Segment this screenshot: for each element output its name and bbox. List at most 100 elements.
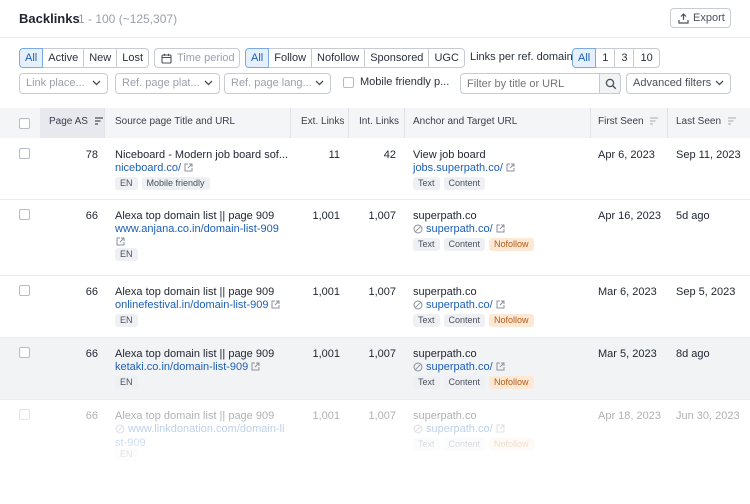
link-type-sponsored[interactable]: Sponsored <box>364 48 430 68</box>
col-divider <box>667 108 668 138</box>
last-seen-value: Sep 5, 2023 <box>676 286 736 298</box>
link-type-follow[interactable]: Follow <box>268 48 313 68</box>
calendar-icon <box>161 53 172 64</box>
external-link-icon[interactable] <box>116 237 125 246</box>
anchor-tag: Text <box>413 177 440 190</box>
anchor-tag: Nofollow <box>489 438 534 451</box>
page-header: Backlinks 1 - 100 (~125,307) Export <box>19 8 731 28</box>
last-seen-value: Jun 30, 2023 <box>676 410 740 422</box>
time-period-button[interactable]: Time period <box>154 48 240 68</box>
col-ext-links[interactable]: Ext. Links <box>301 116 344 127</box>
mobile-friendly-checkbox[interactable] <box>343 76 354 88</box>
link-type-all[interactable]: All <box>245 48 270 68</box>
advanced-filters-dropdown[interactable]: Advanced filters <box>626 73 731 94</box>
anchor-tag: Content <box>443 314 486 327</box>
source-url[interactable]: ketaki.co.in/domain-list-909 <box>115 361 260 373</box>
target-url[interactable]: superpath.co/ <box>413 223 505 235</box>
export-button[interactable]: Export <box>670 8 731 28</box>
table-row[interactable]: 66 Alexa top domain list || page 909 www.a… <box>0 200 750 276</box>
row-checkbox[interactable] <box>19 148 30 159</box>
ext-links-value: 1,001 <box>312 210 340 222</box>
lprd-10[interactable]: 10 <box>633 48 660 68</box>
external-link-icon[interactable] <box>496 424 505 433</box>
external-link-icon[interactable] <box>496 362 505 371</box>
source-url[interactable]: www.anjana.co.in/domain-list-909 <box>115 223 279 235</box>
last-seen-value: 8d ago <box>676 348 710 360</box>
first-seen-value: Apr 6, 2023 <box>598 149 655 161</box>
table-row[interactable]: 66 Alexa top domain list || page 909 ketak… <box>0 338 750 400</box>
external-link-icon[interactable] <box>506 163 515 172</box>
nofollow-icon <box>115 424 125 434</box>
table-row[interactable]: 66 Alexa top domain list || page 909 www.l… <box>0 400 750 500</box>
table-row[interactable]: 78 Niceboard - Modern job board sof... nic… <box>0 139 750 200</box>
ref-page-language-label: Ref. page lang... <box>231 77 312 89</box>
col-last-seen[interactable]: Last Seen <box>676 116 737 127</box>
table-row[interactable]: 66 Alexa top domain list || page 909 onlin… <box>0 276 750 338</box>
anchor-text: superpath.co <box>413 210 477 222</box>
row-checkbox[interactable] <box>19 409 30 420</box>
int-links-value: 1,007 <box>368 348 396 360</box>
ref-page-platform-dropdown[interactable]: Ref. page plat... <box>115 73 220 94</box>
link-placement-label: Link place... <box>26 77 85 89</box>
anchor-tag: Content <box>443 238 486 251</box>
page-as-value: 66 <box>85 210 98 222</box>
row-checkbox[interactable] <box>19 209 30 220</box>
source-url[interactable]: niceboard.co/ <box>115 162 193 174</box>
ext-links-value: 11 <box>328 149 340 161</box>
int-links-value: 1,007 <box>368 210 396 222</box>
lprd-all[interactable]: All <box>572 48 597 68</box>
first-seen-value: Apr 16, 2023 <box>598 210 661 222</box>
status-active[interactable]: Active <box>42 48 85 68</box>
col-int-links[interactable]: Int. Links <box>359 116 399 127</box>
col-page-as-label: Page AS <box>49 116 88 127</box>
anchor-tag: Nofollow <box>489 238 534 251</box>
col-first-seen[interactable]: First Seen <box>598 116 659 127</box>
lprd-1[interactable]: 1 <box>595 48 616 68</box>
row-checkbox[interactable] <box>19 285 30 296</box>
link-type-nofollow[interactable]: Nofollow <box>311 48 366 68</box>
anchor-tag: Content <box>443 376 486 389</box>
col-source[interactable]: Source page Title and URL <box>115 116 235 127</box>
source-title: Alexa top domain list || page 909 <box>115 286 275 298</box>
status-all[interactable]: All <box>19 48 44 68</box>
search-button[interactable] <box>599 73 621 94</box>
external-link-icon[interactable] <box>271 300 280 309</box>
source-tag: EN <box>115 448 138 461</box>
link-placement-dropdown[interactable]: Link place... <box>19 73 108 94</box>
ext-links-value: 1,001 <box>312 410 340 422</box>
target-url[interactable]: superpath.co/ <box>413 423 505 435</box>
sort-icon <box>650 117 659 125</box>
external-link-icon[interactable] <box>496 300 505 309</box>
anchor-tag: Nofollow <box>489 314 534 327</box>
external-link-icon[interactable] <box>496 224 505 233</box>
nofollow-icon <box>413 362 423 372</box>
col-first-seen-label: First Seen <box>598 116 644 127</box>
col-anchor[interactable]: Anchor and Target URL <box>413 116 517 127</box>
status-lost[interactable]: Lost <box>116 48 150 68</box>
page-as-value: 66 <box>85 286 98 298</box>
link-type-ugc[interactable]: UGC <box>428 48 465 68</box>
row-checkbox[interactable] <box>19 347 30 358</box>
anchor-tag: Content <box>443 177 486 190</box>
first-seen-value: Mar 5, 2023 <box>598 348 657 360</box>
source-url[interactable]: www.linkdonation.com/domain-li <box>115 423 285 435</box>
ref-page-language-dropdown[interactable]: Ref. page lang... <box>224 73 331 94</box>
col-page-as[interactable]: Page AS <box>49 116 104 127</box>
target-url[interactable]: superpath.co/ <box>413 299 505 311</box>
source-url[interactable]: onlinefestival.in/domain-list-909 <box>115 299 280 311</box>
select-all-checkbox[interactable] <box>19 118 30 129</box>
col-divider <box>404 108 405 138</box>
page-as-value: 66 <box>85 348 98 360</box>
external-link-icon[interactable] <box>184 163 193 172</box>
target-url[interactable]: superpath.co/ <box>413 361 505 373</box>
status-new[interactable]: New <box>83 48 118 68</box>
external-link-icon[interactable] <box>251 362 260 371</box>
search-input[interactable] <box>460 73 620 94</box>
mobile-friendly-filter[interactable]: Mobile friendly p... <box>343 76 449 92</box>
target-url[interactable]: jobs.superpath.co/ <box>413 162 515 174</box>
source-tags: EN Mobile friendly <box>115 177 214 190</box>
anchor-tags: Text Content Nofollow <box>413 314 538 327</box>
export-label: Export <box>693 12 725 24</box>
lprd-3[interactable]: 3 <box>614 48 635 68</box>
int-links-value: 1,007 <box>368 410 396 422</box>
